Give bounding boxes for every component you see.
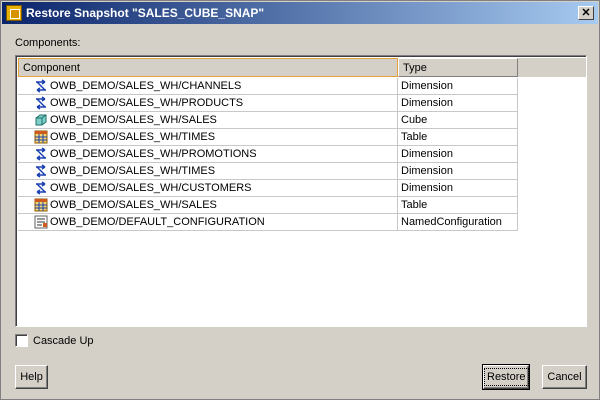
app-icon — [6, 5, 22, 21]
dimension-icon — [34, 96, 48, 110]
dimension-icon — [34, 79, 48, 93]
restore-snapshot-dialog: Restore Snapshot "SALES_CUBE_SNAP" ✕ Com… — [0, 0, 600, 400]
component-name: OWB_DEMO/SALES_WH/SALES — [50, 199, 217, 211]
help-button-label: Help — [20, 371, 43, 383]
component-cell: OWB_DEMO/DEFAULT_CONFIGURATION — [18, 214, 398, 231]
cancel-button-label: Cancel — [547, 371, 582, 383]
component-cell: OWB_DEMO/SALES_WH/CHANNELS — [18, 78, 398, 95]
cascade-up-label: Cascade Up — [33, 334, 94, 347]
component-name: OWB_DEMO/SALES_WH/PROMOTIONS — [50, 148, 257, 160]
component-cell: OWB_DEMO/SALES_WH/TIMES — [18, 163, 398, 180]
dimension-icon — [34, 164, 48, 178]
restore-button[interactable]: Restore — [482, 364, 530, 390]
component-type: Cube — [398, 112, 518, 129]
table-row[interactable]: OWB_DEMO/DEFAULT_CONFIGURATION NamedConfi… — [18, 214, 586, 231]
dimension-icon — [34, 181, 48, 195]
component-type: Dimension — [398, 95, 518, 112]
component-type: Table — [398, 197, 518, 214]
component-type: Dimension — [398, 146, 518, 163]
cube-icon — [34, 113, 48, 127]
close-button[interactable]: ✕ — [578, 6, 594, 20]
table-row[interactable]: OWB_DEMO/SALES_WH/TIMES Dimension — [18, 163, 586, 180]
help-button[interactable]: Help — [15, 365, 48, 389]
component-name: OWB_DEMO/SALES_WH/CUSTOMERS — [50, 182, 252, 194]
table-icon — [34, 130, 48, 144]
component-type: Dimension — [398, 163, 518, 180]
component-name: OWB_DEMO/SALES_WH/CHANNELS — [50, 80, 242, 92]
close-icon: ✕ — [581, 6, 591, 19]
component-cell: OWB_DEMO/SALES_WH/CUSTOMERS — [18, 180, 398, 197]
component-name: OWB_DEMO/SALES_WH/PRODUCTS — [50, 97, 244, 109]
component-cell: OWB_DEMO/SALES_WH/SALES — [18, 112, 398, 129]
component-type: Dimension — [398, 180, 518, 197]
table-row[interactable]: OWB_DEMO/SALES_WH/PRODUCTS Dimension — [18, 95, 586, 112]
table-row[interactable]: OWB_DEMO/SALES_WH/CUSTOMERS Dimension — [18, 180, 586, 197]
component-name: OWB_DEMO/SALES_WH/SALES — [50, 114, 217, 126]
component-cell: OWB_DEMO/SALES_WH/PRODUCTS — [18, 95, 398, 112]
component-type: Table — [398, 129, 518, 146]
header-filler — [518, 58, 586, 77]
table-row[interactable]: OWB_DEMO/SALES_WH/PROMOTIONS Dimension — [18, 146, 586, 163]
component-type: Dimension — [398, 78, 518, 95]
configuration-icon — [34, 215, 48, 229]
table-row[interactable]: OWB_DEMO/SALES_WH/SALES Table — [18, 197, 586, 214]
components-table[interactable]: Component Type OWB_DEMO/SALES_WH/CHANNEL… — [15, 55, 587, 327]
table-row[interactable]: OWB_DEMO/SALES_WH/TIMES Table — [18, 129, 586, 146]
component-name: OWB_DEMO/SALES_WH/TIMES — [50, 165, 216, 177]
window-title: Restore Snapshot "SALES_CUBE_SNAP" — [26, 6, 265, 20]
component-cell: OWB_DEMO/SALES_WH/PROMOTIONS — [18, 146, 398, 163]
component-name: OWB_DEMO/SALES_WH/TIMES — [50, 131, 216, 143]
component-type: NamedConfiguration — [398, 214, 518, 231]
components-label: Components: — [15, 37, 81, 49]
dimension-icon — [34, 147, 48, 161]
title-bar[interactable]: Restore Snapshot "SALES_CUBE_SNAP" ✕ — [2, 2, 598, 24]
table-row[interactable]: OWB_DEMO/SALES_WH/CHANNELS Dimension — [18, 78, 586, 95]
column-header-component[interactable]: Component — [18, 58, 398, 77]
component-cell: OWB_DEMO/SALES_WH/TIMES — [18, 129, 398, 146]
component-name: OWB_DEMO/DEFAULT_CONFIGURATION — [50, 216, 265, 228]
table-icon — [34, 198, 48, 212]
cancel-button[interactable]: Cancel — [542, 365, 587, 389]
table-header: Component Type — [18, 58, 586, 77]
cascade-up-option[interactable]: Cascade Up — [15, 334, 94, 347]
restore-button-label: Restore — [484, 368, 529, 386]
column-header-type[interactable]: Type — [398, 58, 518, 77]
cascade-up-checkbox[interactable] — [15, 334, 28, 347]
component-cell: OWB_DEMO/SALES_WH/SALES — [18, 197, 398, 214]
table-body: OWB_DEMO/SALES_WH/CHANNELS Dimension OWB_D… — [18, 78, 586, 231]
table-row[interactable]: OWB_DEMO/SALES_WH/SALES Cube — [18, 112, 586, 129]
